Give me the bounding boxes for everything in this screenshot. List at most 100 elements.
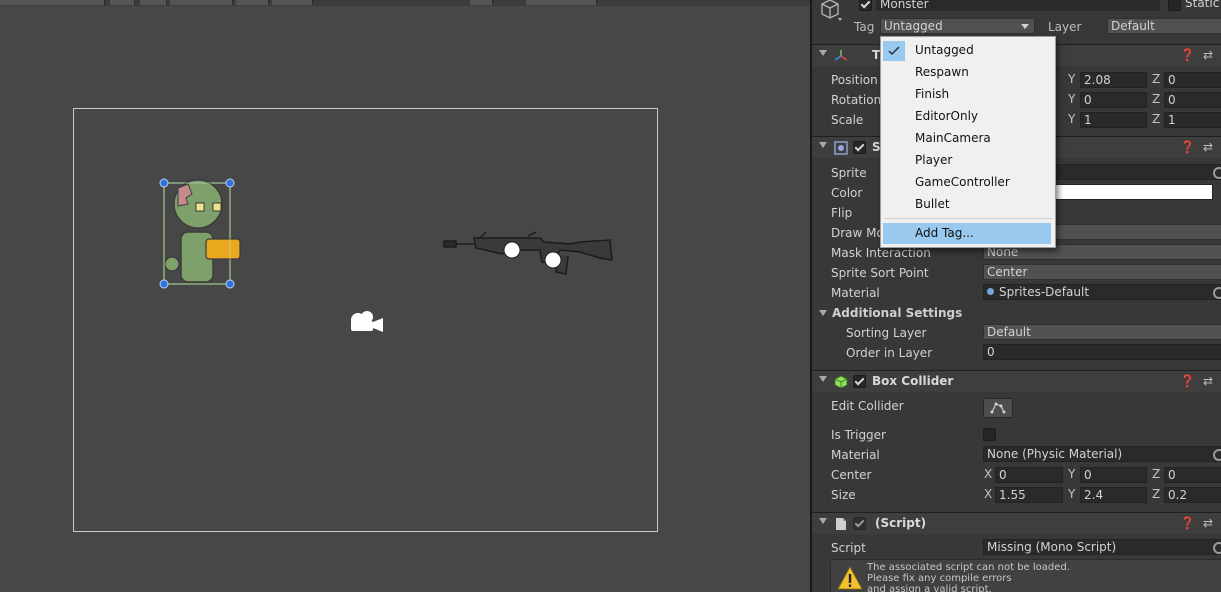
tag-option-player[interactable]: Player (915, 153, 952, 167)
script-enabled-checkbox[interactable] (853, 517, 866, 530)
box-collider-icon (834, 375, 848, 389)
foldout-icon[interactable] (819, 376, 827, 382)
is-trigger-checkbox[interactable] (983, 428, 996, 441)
tag-option-bullet[interactable]: Bullet (915, 197, 950, 211)
scene-toolbar (0, 0, 810, 6)
object-picker-icon[interactable] (1213, 287, 1221, 299)
tag-option-respawn[interactable]: Respawn (915, 65, 969, 79)
sorting-layer-row: Sorting Layer Default (812, 323, 1221, 343)
position-label: Position (831, 73, 878, 87)
transform-title: T (872, 48, 881, 62)
toolbar-segment[interactable] (140, 0, 167, 5)
center-y-field[interactable]: 0 (1080, 467, 1147, 483)
position-y-field[interactable]: 2.08 (1080, 72, 1147, 88)
object-picker-icon[interactable] (1213, 449, 1221, 461)
help-icon[interactable]: ❓ (1180, 374, 1195, 388)
tag-option-gamecontroller[interactable]: GameController (915, 175, 1010, 189)
object-name-field[interactable]: Monster (876, 0, 1160, 11)
warning-line: and assign a valid script. (867, 584, 992, 592)
transform-icon (834, 50, 848, 61)
edit-collider-row: Edit Collider (812, 396, 1221, 418)
toolbar-segment[interactable] (526, 0, 597, 5)
scale-z-field[interactable]: 1 (1164, 112, 1221, 128)
center-row: Center X 0 Y 0 Z 0 (812, 465, 1221, 485)
static-label: Static (1185, 0, 1220, 10)
foldout-icon[interactable] (819, 142, 827, 148)
edit-collider-button[interactable] (983, 398, 1013, 418)
collider-material-row: Material None (Physic Material) (812, 445, 1221, 465)
sprite-renderer-icon (834, 141, 848, 155)
material-field[interactable]: Sprites-Default (983, 284, 1221, 300)
sort-point-row: Sprite Sort Point Center (812, 263, 1221, 283)
warning-icon (837, 566, 863, 590)
monster-hand (164, 256, 180, 272)
active-checkbox[interactable] (859, 0, 872, 11)
monster-arm (205, 238, 241, 260)
chevron-down-icon (1021, 24, 1029, 29)
resize-handle (225, 279, 235, 289)
sorting-layer-dropdown[interactable]: Default (983, 324, 1221, 340)
box-collider-header[interactable]: Box Collider ❓ ⇄ (812, 370, 1221, 392)
toolbar-segment[interactable] (236, 0, 269, 5)
scale-y-field[interactable]: 1 (1080, 112, 1147, 128)
settings-icon[interactable]: ⇄ (1203, 374, 1213, 388)
tag-option-finish[interactable]: Finish (915, 87, 949, 101)
tag-dropdown[interactable]: Untagged (880, 18, 1035, 34)
size-x-field[interactable]: 1.55 (995, 487, 1063, 503)
toolbar-segment[interactable] (470, 0, 493, 5)
script-header[interactable]: (Script) ❓ ⇄ (812, 512, 1221, 534)
rotation-z-field[interactable]: 0 (1164, 92, 1221, 108)
rotation-y-field[interactable]: 0 (1080, 92, 1147, 108)
camera-gizmo-icon[interactable] (347, 308, 385, 334)
sprite-renderer-enabled-checkbox[interactable] (853, 141, 866, 154)
static-checkbox[interactable] (1168, 0, 1181, 11)
axis-y: Y (1068, 467, 1076, 481)
collider-material-field[interactable]: None (Physic Material) (983, 446, 1221, 462)
axis-z: Z (1152, 467, 1161, 481)
help-icon[interactable]: ❓ (1180, 140, 1195, 154)
tag-option-maincamera[interactable]: MainCamera (915, 131, 991, 145)
help-icon[interactable]: ❓ (1180, 516, 1195, 530)
scene-view[interactable] (0, 0, 810, 592)
toolbar-segment[interactable] (272, 0, 313, 5)
settings-icon[interactable]: ⇄ (1203, 516, 1213, 530)
axis-y: Y (1068, 487, 1076, 501)
center-x-field[interactable]: 0 (995, 467, 1063, 483)
box-collider-enabled-checkbox[interactable] (853, 375, 866, 388)
center-z-field[interactable]: 0 (1164, 467, 1221, 483)
tag-option-untagged[interactable]: Untagged (915, 43, 974, 57)
rifle-sprite[interactable] (440, 228, 616, 280)
size-y-field[interactable]: 2.4 (1080, 487, 1147, 503)
toolbar-segment[interactable] (110, 0, 135, 5)
object-picker-icon[interactable] (1213, 542, 1221, 554)
foldout-icon[interactable] (819, 310, 827, 316)
center-label: Center (831, 468, 872, 482)
warning-text: The associated script can not be loaded.… (867, 562, 1070, 592)
toolbar-segment[interactable] (0, 0, 105, 5)
script-field[interactable]: Missing (Mono Script) (983, 539, 1221, 555)
size-z-field[interactable]: 0.2 (1164, 487, 1221, 503)
help-icon[interactable]: ❓ (1180, 48, 1195, 62)
warning-box: The associated script can not be loaded.… (830, 559, 1221, 592)
add-tag-item[interactable]: Add Tag... (883, 223, 1051, 244)
script-row: Script Missing (Mono Script) (812, 538, 1221, 558)
order-in-layer-field[interactable]: 0 (983, 344, 1221, 360)
tag-value: Untagged (884, 19, 943, 33)
layer-dropdown[interactable]: Default (1107, 18, 1221, 34)
additional-settings-row[interactable]: Additional Settings (812, 303, 1221, 323)
settings-icon[interactable]: ⇄ (1203, 48, 1213, 62)
axis-x: X (984, 467, 993, 481)
position-z-field[interactable]: 0 (1164, 72, 1221, 88)
sort-point-dropdown[interactable]: Center (983, 264, 1221, 280)
monster-sprite[interactable] (158, 176, 244, 290)
tag-option-editoronly[interactable]: EditorOnly (915, 109, 978, 123)
foldout-icon[interactable] (819, 518, 827, 524)
settings-icon[interactable]: ⇄ (1203, 140, 1213, 154)
toolbar-segment[interactable] (170, 0, 233, 5)
object-picker-icon[interactable] (1213, 167, 1221, 179)
axis-y: Y (1068, 112, 1076, 126)
box-collider-title: Box Collider (872, 374, 954, 388)
size-row: Size X 1.55 Y 2.4 Z 0.2 (812, 485, 1221, 505)
resize-handle (159, 178, 169, 188)
foldout-icon[interactable] (819, 50, 827, 56)
